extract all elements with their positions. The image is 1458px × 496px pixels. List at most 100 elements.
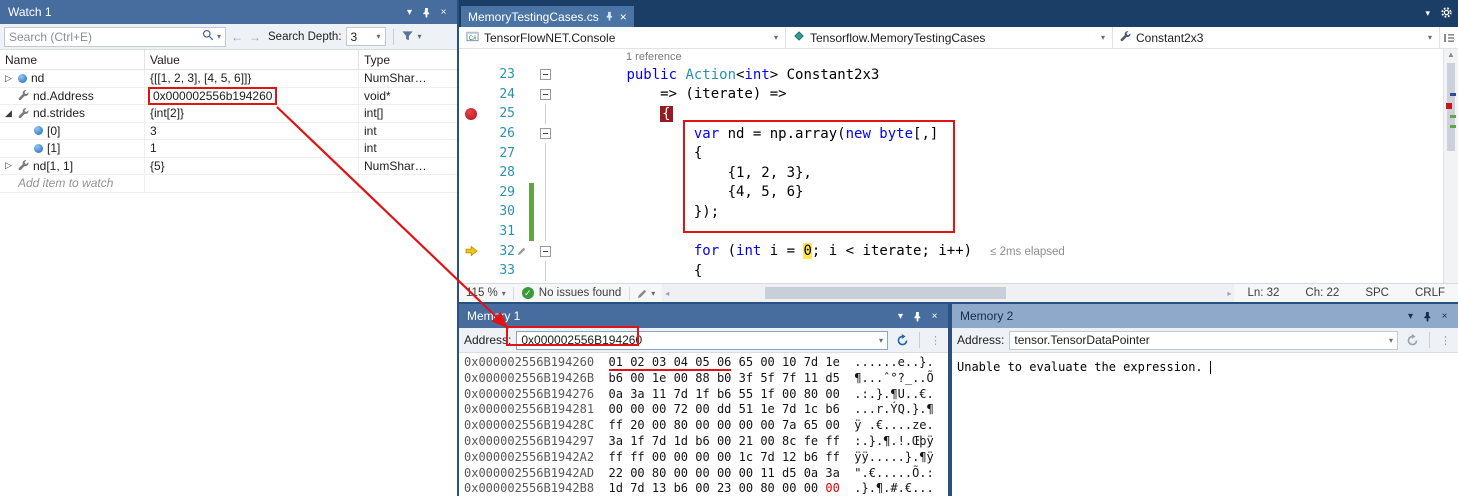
- watch-add-row[interactable]: Add item to watch: [0, 175, 457, 193]
- code-line-32[interactable]: 32 for (int i = 0; i < iterate; i++)≤ 2m…: [459, 241, 1443, 261]
- memory1-address-combo[interactable]: ▾: [516, 331, 888, 350]
- refresh-icon[interactable]: [893, 334, 911, 347]
- memory2-title-bar[interactable]: Memory 2 ▾ ×: [952, 304, 1458, 328]
- annotation-box-watch-value: 0x000002556b194260: [150, 89, 275, 103]
- watch-rows: ▷nd{[[1, 2, 3], [4, 5, 6]]}NumShar…nd.Ad…: [0, 70, 457, 193]
- code-line-24[interactable]: 24 => (iterate) =>: [459, 85, 1443, 105]
- watch-row[interactable]: [0]3int: [0, 123, 457, 141]
- watch-row[interactable]: ◢nd.strides{int[2]}int[]: [0, 105, 457, 123]
- document-list-chevron-icon[interactable]: ▾: [1425, 8, 1430, 19]
- refresh-icon[interactable]: [1403, 334, 1421, 347]
- code-line-30[interactable]: 30 });: [459, 202, 1443, 222]
- filter-icon[interactable]: [401, 29, 414, 45]
- status-column: Ch: 22: [1292, 287, 1352, 299]
- chevron-down-icon[interactable]: ▾: [879, 336, 883, 345]
- window-position-icon[interactable]: ▾: [401, 4, 418, 21]
- code-line-29[interactable]: 29 {4, 5, 6}: [459, 183, 1443, 203]
- member-dropdown[interactable]: Constant2x3 ▾: [1113, 27, 1440, 48]
- expander-icon[interactable]: ▷: [3, 73, 14, 84]
- close-icon[interactable]: ×: [1436, 308, 1453, 325]
- fold-collapse-box[interactable]: [540, 69, 551, 80]
- scroll-left-icon[interactable]: ◂: [665, 284, 669, 302]
- column-header-value[interactable]: Value: [145, 50, 359, 69]
- scroll-up-icon[interactable]: ▲: [1444, 50, 1458, 59]
- code-line-31[interactable]: 31: [459, 222, 1443, 242]
- toolbar-overflow-icon[interactable]: ⋮: [1438, 334, 1453, 347]
- tab-pin-icon[interactable]: [605, 10, 614, 24]
- close-icon[interactable]: ×: [926, 308, 943, 325]
- search-next-icon[interactable]: →: [248, 30, 262, 44]
- code-line-25[interactable]: 25 {: [459, 104, 1443, 124]
- fold-collapse-box[interactable]: [540, 128, 551, 139]
- toolbar-overflow-icon[interactable]: ⋮: [928, 334, 943, 347]
- memory2-address-input[interactable]: [1014, 333, 1386, 347]
- expander-icon[interactable]: ◢: [3, 108, 14, 119]
- window-position-icon[interactable]: ▾: [1402, 308, 1419, 325]
- status-spaces[interactable]: SPC: [1352, 287, 1402, 299]
- scrollbar-thumb[interactable]: [765, 287, 1005, 299]
- tab-close-icon[interactable]: ×: [620, 10, 627, 24]
- watch-row[interactable]: ▷nd{[[1, 2, 3], [4, 5, 6]]}NumShar…: [0, 70, 457, 88]
- status-line-endings[interactable]: CRLF: [1402, 287, 1458, 299]
- text-caret: [1210, 361, 1211, 374]
- document-tab[interactable]: MemoryTestingCases.cs ×: [461, 6, 634, 27]
- code-line-23[interactable]: 23 public Action<int> Constant2x3: [459, 65, 1443, 85]
- code-line-27[interactable]: 27 {: [459, 143, 1443, 163]
- editor-horizontal-scrollbar[interactable]: ◂ ▸: [662, 284, 1234, 302]
- watch-row[interactable]: ▷nd[1, 1]{5}NumShar…: [0, 158, 457, 176]
- pin-icon[interactable]: [909, 308, 926, 325]
- search-depth-select[interactable]: 3 ▾: [346, 27, 386, 46]
- memory-row: 0x000002556B19426B b6 00 1e 00 88 b0 3f …: [464, 371, 948, 387]
- breakpoint-icon[interactable]: [465, 108, 477, 120]
- search-input[interactable]: [9, 30, 199, 44]
- memory2-address-combo[interactable]: ▾: [1009, 331, 1398, 350]
- code-line-33[interactable]: 33 {: [459, 261, 1443, 281]
- chevron-down-icon: ▾: [1101, 33, 1105, 42]
- class-dropdown[interactable]: Tensorflow.MemoryTestingCases ▾: [786, 27, 1113, 48]
- code-line-28[interactable]: 28 {1, 2, 3},: [459, 163, 1443, 183]
- column-header-type[interactable]: Type: [359, 50, 457, 69]
- codelens-references[interactable]: 1 reference: [459, 49, 1443, 65]
- memory1-toolbar: Address: ▾ ⋮: [459, 328, 948, 353]
- memory1-title-bar[interactable]: Memory 1 ▾ ×: [459, 304, 948, 328]
- memory-row: 0x000002556B1942A2 ff ff 00 00 00 00 1c …: [464, 450, 948, 466]
- search-box[interactable]: ▾: [4, 27, 226, 47]
- watch-row[interactable]: [1]1int: [0, 140, 457, 158]
- watch-title-bar[interactable]: Watch 1 ▾ ×: [0, 0, 457, 24]
- watch-window: Watch 1 ▾ × ▾ ← → Search Depth: 3 ▾: [0, 0, 457, 496]
- property-icon: [18, 108, 29, 119]
- code-area[interactable]: 1 reference 23 public Action<int> Consta…: [459, 49, 1443, 283]
- window-position-icon[interactable]: ▾: [892, 308, 909, 325]
- editor-vertical-scrollbar[interactable]: ▲: [1443, 49, 1458, 283]
- document-outline-icon[interactable]: [1440, 27, 1458, 48]
- watch-row[interactable]: nd.Address0x000002556b194260void*: [0, 88, 457, 106]
- code-line-26[interactable]: 26 var nd = np.array(new byte[,]: [459, 124, 1443, 144]
- chevron-down-icon[interactable]: ▾: [1389, 336, 1393, 345]
- filter-chevron-icon[interactable]: ▾: [418, 32, 422, 41]
- chevron-down-icon: ▾: [774, 33, 778, 42]
- zoom-control[interactable]: 115 % ▾: [459, 287, 513, 299]
- search-icon[interactable]: [202, 29, 214, 44]
- editing-state-control[interactable]: ▾: [630, 288, 662, 299]
- memory-row: 0x000002556B194276 0a 3a 11 7d 1f b6 55 …: [464, 387, 948, 403]
- gear-icon[interactable]: [1440, 6, 1453, 22]
- pin-icon[interactable]: [1419, 308, 1436, 325]
- memory1-address-input[interactable]: [521, 333, 876, 347]
- editor-window: MemoryTestingCases.cs × ▾ C# TensorFlowN…: [459, 0, 1458, 302]
- fold-collapse-box[interactable]: [540, 246, 551, 257]
- search-options-chevron-icon[interactable]: ▾: [217, 32, 221, 41]
- expander-icon[interactable]: ▷: [3, 160, 14, 171]
- column-header-name[interactable]: Name: [0, 50, 145, 69]
- edit-pencil-icon: [517, 246, 527, 256]
- search-prev-icon[interactable]: ←: [230, 30, 244, 44]
- memory1-title: Memory 1: [467, 309, 520, 323]
- fold-collapse-box[interactable]: [540, 89, 551, 100]
- pin-icon[interactable]: [418, 4, 435, 21]
- field-icon: [18, 74, 27, 83]
- document-tab-strip: MemoryTestingCases.cs × ▾: [459, 0, 1458, 27]
- project-dropdown[interactable]: C# TensorFlowNET.Console ▾: [459, 27, 786, 48]
- scroll-right-icon[interactable]: ▸: [1227, 284, 1231, 302]
- memory2-title: Memory 2: [960, 309, 1013, 323]
- issues-indicator[interactable]: ✓ No issues found: [514, 287, 629, 299]
- close-icon[interactable]: ×: [435, 4, 452, 21]
